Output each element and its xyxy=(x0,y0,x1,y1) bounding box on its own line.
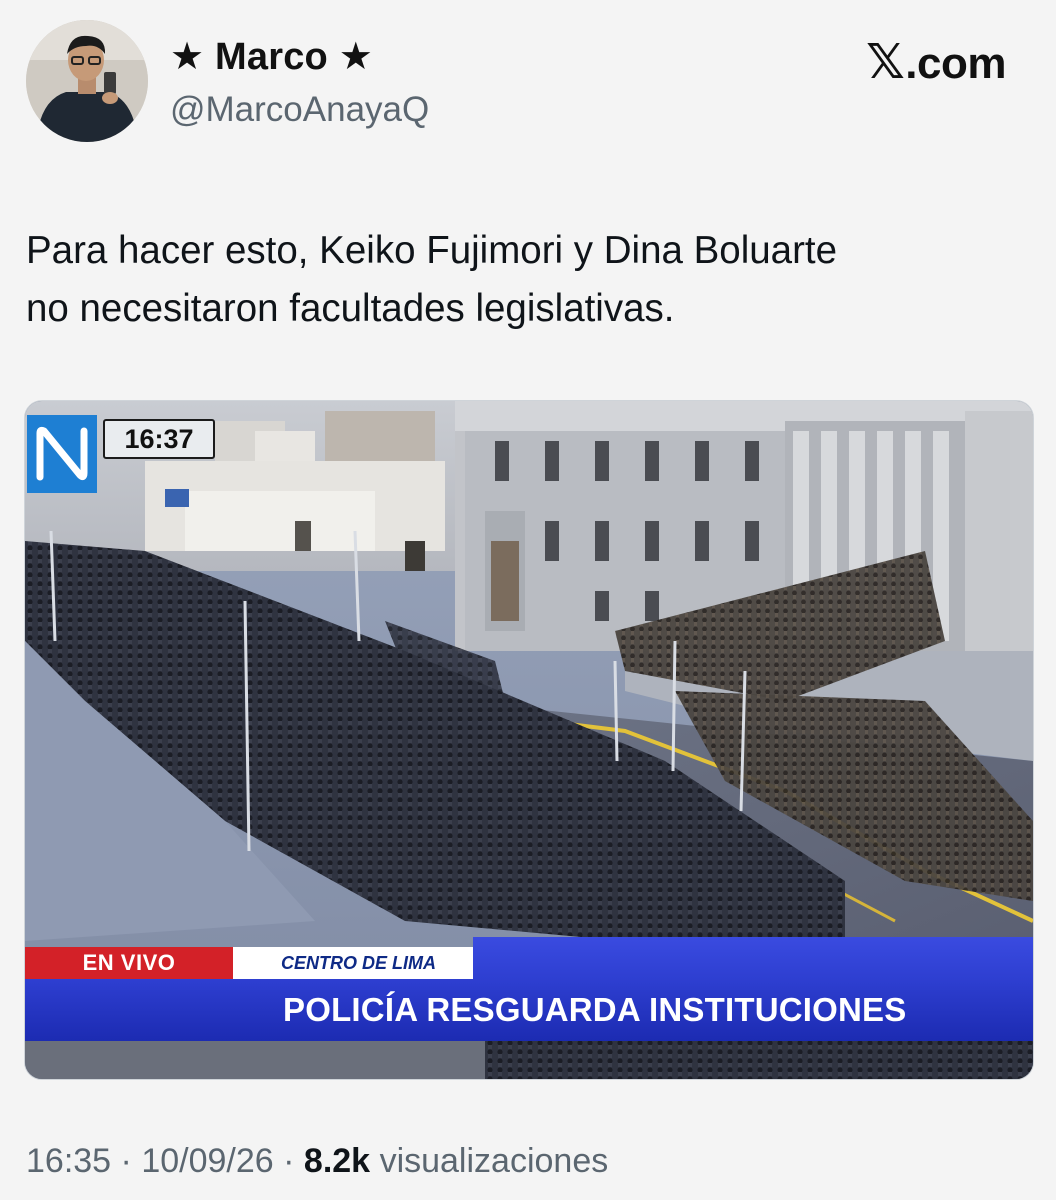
meta-separator: · xyxy=(120,1142,132,1180)
user-handle[interactable]: @MarcoAnayaQ xyxy=(170,90,429,130)
x-brand-glyph: 𝕏 xyxy=(866,36,905,89)
tweet-meta: 16:35 · 10/09/26 · 8.2k visualizaciones xyxy=(26,1142,608,1181)
tweet-media[interactable]: 16:37 EN VIVO CENTRO DE LIMA POLICÍA RES… xyxy=(24,400,1034,1080)
lower-third-top-band xyxy=(473,937,1033,979)
meta-separator: · xyxy=(283,1142,295,1180)
tweet-text-line-2: no necesitaron facultades legislativas. xyxy=(26,287,675,330)
tweet-screenshot: ★ Marco ★ @MarcoAnayaQ 𝕏.com Para hacer … xyxy=(0,0,1056,1200)
news-headline: POLICÍA RESGUARDA INSTITUCIONES xyxy=(25,979,1033,1041)
tv-network-logo xyxy=(27,415,97,493)
views-label: visualizaciones xyxy=(379,1142,609,1180)
display-name[interactable]: ★ Marco ★ xyxy=(170,34,373,79)
brand-suffix: .com xyxy=(905,39,1006,88)
views-count[interactable]: 8.2k xyxy=(304,1142,370,1180)
tweet-date[interactable]: 10/09/26 xyxy=(141,1142,273,1180)
tweet-text: Para hacer esto, Keiko Fujimori y Dina B… xyxy=(26,222,1026,338)
network-n-icon xyxy=(36,426,88,481)
location-label: CENTRO DE LIMA xyxy=(233,947,473,979)
tweet-text-line-1: Para hacer esto, Keiko Fujimori y Dina B… xyxy=(26,229,838,272)
live-badge: EN VIVO xyxy=(25,947,233,979)
tv-clock: 16:37 xyxy=(103,419,215,459)
tweet-time[interactable]: 16:35 xyxy=(26,1142,111,1180)
x-logo: 𝕏.com xyxy=(866,34,1006,90)
avatar[interactable] xyxy=(26,20,148,142)
